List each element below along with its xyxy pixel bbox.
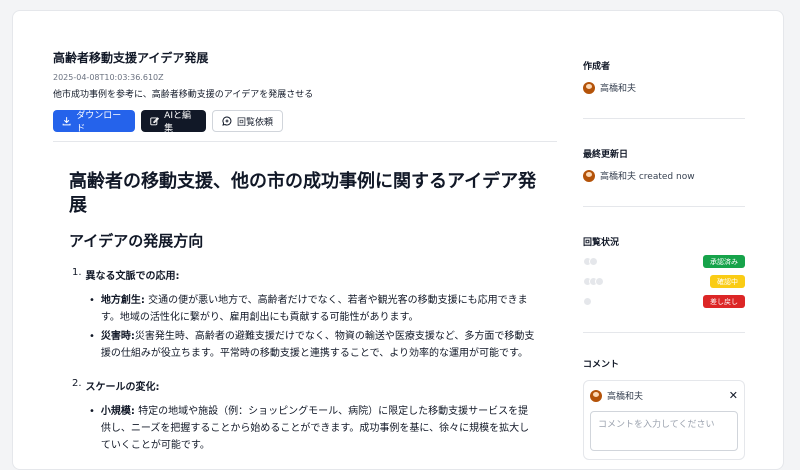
author-name: 高橋和夫 <box>600 84 637 94</box>
bullet-dot: • <box>89 331 95 342</box>
ai-edit-button[interactable]: AIと編集 <box>141 110 206 134</box>
close-icon[interactable]: ✕ <box>729 389 738 402</box>
review-row: 確認中 <box>583 275 745 288</box>
reviewer-avatars <box>583 277 604 286</box>
avatar <box>590 389 602 402</box>
updated-text: 高橋和夫 created now <box>600 172 695 182</box>
list-number: 2. <box>72 378 82 389</box>
bullet-text: 災害時:災害発生時、高齢者の避難支援だけでなく、物資の輸送や医療支援など、多方面… <box>101 328 537 362</box>
content-heading: 高齢者の移動支援、他の市の成功事例に関するアイデア発展 <box>69 171 537 216</box>
sidebar-divider <box>583 332 745 333</box>
bullet-dot: • <box>89 406 95 417</box>
bullet-dot: • <box>89 295 95 306</box>
sidebar-divider <box>583 206 745 207</box>
download-label: ダウンロード <box>76 111 122 134</box>
comment-title: コメント <box>583 360 620 370</box>
reviewer-avatars <box>583 257 598 266</box>
ai-edit-label: AIと編集 <box>164 111 191 134</box>
list-item: 1. 異なる文脈での応用: <box>69 267 557 282</box>
bullet-list: • 地方創生: 交通の便が悪い地方で、高齢者だけでなく、若者や観光客の移動支援に… <box>69 292 557 362</box>
comment-user: 高橋和夫 <box>590 389 643 402</box>
list-item: 2. スケールの変化: <box>69 378 557 393</box>
bullet-term: 災害時: <box>100 331 135 342</box>
review-row: 承認済み <box>583 255 745 268</box>
review-request-label: 回覧依頼 <box>236 117 273 128</box>
author-title: 作成者 <box>583 62 611 72</box>
updated-info: 高橋和夫 created now <box>583 169 745 182</box>
comment-user-name: 高橋和夫 <box>607 392 644 402</box>
review-title: 回覧状況 <box>583 238 620 248</box>
review-row: 差し戻し <box>583 295 745 308</box>
list-number: 1. <box>72 267 82 278</box>
header-divider <box>53 141 557 142</box>
reviewer-avatar <box>589 257 598 266</box>
download-icon <box>62 117 71 126</box>
document-timestamp: 2025-04-08T10:03:36.610Z <box>53 73 164 82</box>
updated-title: 最終更新日 <box>583 150 629 160</box>
section-heading: アイデアの発展方向 <box>69 232 204 250</box>
list-label: 異なる文脈での応用: <box>85 271 180 282</box>
status-badge: 確認中 <box>710 275 745 288</box>
comment-box: 高橋和夫 ✕ <box>583 380 745 460</box>
bullet-item: • 災害時:災害発生時、高齢者の避難支援だけでなく、物資の輸送や医療支援など、多… <box>89 328 537 362</box>
bullet-body: 災害発生時、高齢者の避難支援だけでなく、物資の輸送や医療支援など、多方面で移動支… <box>100 331 535 359</box>
bullet-list: • 小規模: 特定の地域や施設（例：ショッピングモール、病院）に限定した移動支援… <box>69 403 557 454</box>
bullet-text: 地方創生: 交通の便が悪い地方で、高齢者だけでなく、若者や観光客の移動支援にも応… <box>101 292 537 326</box>
comment-header: 高橋和夫 ✕ <box>590 389 738 402</box>
avatar <box>583 81 595 94</box>
reviewer-avatar <box>595 277 604 286</box>
toolbar: ダウンロード AIと編集 回覧依頼 <box>53 110 557 134</box>
bullet-text: 小規模: 特定の地域や施設（例：ショッピングモール、病院）に限定した移動支援サー… <box>101 403 537 454</box>
reviewer-avatars <box>583 297 592 306</box>
bullet-body: 交通の便が悪い地方で、高齢者だけでなく、若者や観光客の移動支援にも応用できます。… <box>100 295 528 323</box>
status-badge: 差し戻し <box>703 295 745 308</box>
document-content: 高齢者の移動支援、他の市の成功事例に関するアイデア発展 アイデアの発展方向 1.… <box>53 170 557 454</box>
reviewer-avatar <box>583 297 592 306</box>
download-button[interactable]: ダウンロード <box>53 110 135 134</box>
edit-icon <box>150 117 160 126</box>
document-card: 高齢者移動支援アイデア発展 2025-04-08T10:03:36.610Z 他… <box>12 10 784 470</box>
bullet-term: 小規模: <box>100 406 135 417</box>
bullet-body: 特定の地域や施設（例：ショッピングモール、病院）に限定した移動支援サービスを提供… <box>100 406 530 451</box>
review-request-button[interactable]: 回覧依頼 <box>212 110 283 132</box>
bullet-item: • 地方創生: 交通の便が悪い地方で、高齢者だけでなく、若者や観光客の移動支援に… <box>89 292 537 326</box>
status-badge: 承認済み <box>703 255 745 268</box>
author: 高橋和夫 <box>583 81 745 94</box>
document-description: 他市成功事例を参考に、高齢者移動支援のアイデアを発展させる <box>53 90 314 100</box>
sidebar: 作成者 高橋和夫 最終更新日 高橋和夫 created now 回覧状況 承認済… <box>583 59 745 460</box>
bullet-term: 地方創生: <box>100 295 145 306</box>
sidebar-divider <box>583 118 745 119</box>
list-label: スケールの変化: <box>85 382 160 393</box>
comment-input[interactable] <box>590 411 738 451</box>
bullet-item: • 小規模: 特定の地域や施設（例：ショッピングモール、病院）に限定した移動支援… <box>89 403 537 454</box>
avatar <box>583 169 595 182</box>
main-panel: 高齢者移動支援アイデア発展 2025-04-08T10:03:36.610Z 他… <box>53 49 557 456</box>
document-title: 高齢者移動支援アイデア発展 <box>53 51 209 65</box>
chat-icon <box>222 116 232 126</box>
